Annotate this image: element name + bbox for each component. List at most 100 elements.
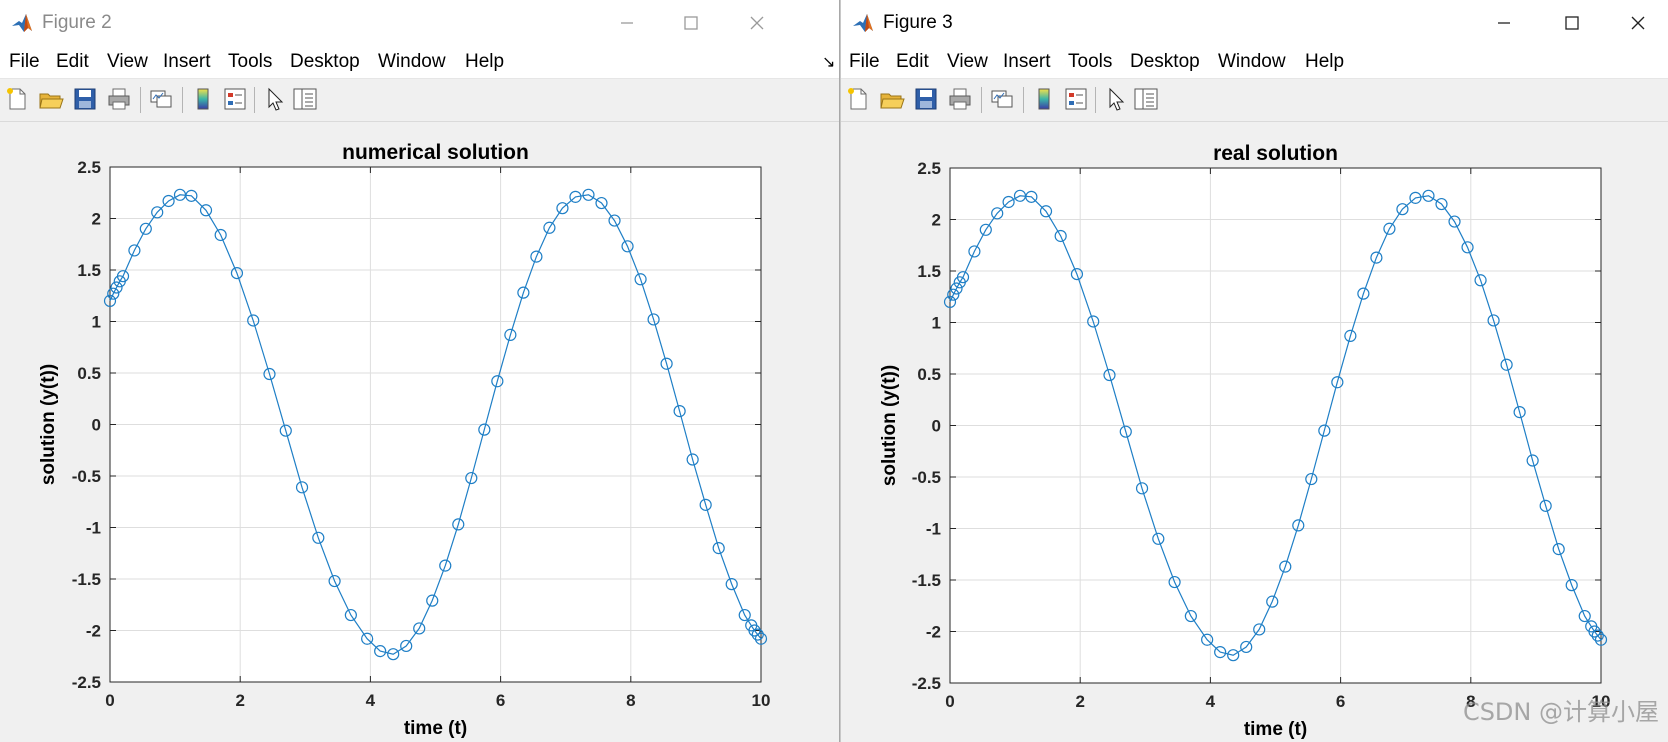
x-axis-label: time (t) bbox=[1244, 719, 1307, 740]
menu-window[interactable]: Window bbox=[378, 51, 446, 73]
menu-file[interactable]: File bbox=[849, 51, 880, 73]
menu-file[interactable]: File bbox=[9, 51, 40, 73]
menu-window[interactable]: Window bbox=[1218, 51, 1286, 73]
x-tick-label: 0 bbox=[105, 691, 114, 710]
figure-toolbar bbox=[841, 78, 1668, 122]
close-button[interactable] bbox=[734, 8, 780, 38]
new-figure-icon[interactable] bbox=[845, 86, 871, 112]
save-icon[interactable] bbox=[913, 86, 939, 112]
chart-title: numerical solution bbox=[342, 141, 529, 164]
menu-edit[interactable]: Edit bbox=[896, 51, 929, 73]
link-plot-icon[interactable] bbox=[989, 86, 1015, 112]
menu-help[interactable]: Help bbox=[465, 51, 504, 73]
open-file-icon[interactable] bbox=[38, 86, 64, 112]
insert-colorbar-icon[interactable] bbox=[1031, 86, 1057, 112]
matlab-logo-icon bbox=[851, 11, 875, 35]
x-tick-label: 4 bbox=[366, 691, 376, 710]
y-tick-label: 1 bbox=[932, 314, 941, 333]
toolbar-separator bbox=[182, 87, 183, 113]
open-file-icon[interactable] bbox=[879, 86, 905, 112]
y-tick-label: 0 bbox=[92, 416, 101, 435]
edit-plot-arrow-icon[interactable] bbox=[1103, 86, 1129, 112]
menu-insert[interactable]: Insert bbox=[163, 51, 211, 73]
window-title: Figure 2 bbox=[42, 12, 112, 33]
title-bar[interactable]: Figure 3 bbox=[841, 0, 1668, 46]
x-tick-label: 10 bbox=[752, 691, 771, 710]
menu-help[interactable]: Help bbox=[1305, 51, 1344, 73]
watermark-text: CSDN @计算小屋 bbox=[1463, 698, 1659, 726]
figure-toolbar bbox=[0, 78, 839, 122]
x-tick-label: 2 bbox=[235, 691, 244, 710]
property-inspector-icon[interactable] bbox=[1133, 86, 1159, 112]
matlab-logo-icon bbox=[10, 11, 34, 35]
y-tick-label: -0.5 bbox=[72, 467, 101, 486]
y-tick-label: 2.5 bbox=[917, 159, 941, 178]
x-tick-label: 0 bbox=[945, 692, 954, 711]
print-icon[interactable] bbox=[106, 86, 132, 112]
y-tick-label: 0 bbox=[932, 417, 941, 436]
maximize-button[interactable] bbox=[1549, 8, 1595, 38]
figure-2-window: Figure 2 File Edit View Insert Tools Des… bbox=[0, 0, 840, 742]
menu-insert[interactable]: Insert bbox=[1003, 51, 1051, 73]
y-tick-label: -1 bbox=[926, 520, 941, 539]
y-tick-label: -2 bbox=[926, 623, 941, 642]
menu-overflow-icon[interactable]: ↘ bbox=[822, 52, 835, 72]
menu-view[interactable]: View bbox=[947, 51, 988, 73]
menu-tools[interactable]: Tools bbox=[1068, 51, 1112, 73]
x-tick-label: 6 bbox=[1336, 692, 1345, 711]
y-axis-label: solution (y(t)) bbox=[879, 365, 900, 486]
y-tick-label: -2.5 bbox=[912, 674, 941, 693]
x-tick-label: 2 bbox=[1075, 692, 1084, 711]
y-tick-label: 0.5 bbox=[917, 365, 941, 384]
y-tick-label: 1.5 bbox=[917, 262, 941, 281]
insert-legend-icon[interactable] bbox=[1063, 86, 1089, 112]
menu-desktop[interactable]: Desktop bbox=[1130, 51, 1200, 73]
y-tick-label: -2 bbox=[86, 622, 101, 641]
y-tick-label: 1.5 bbox=[77, 261, 101, 280]
toolbar-separator bbox=[1023, 87, 1024, 113]
new-figure-icon[interactable] bbox=[4, 86, 30, 112]
link-plot-icon[interactable] bbox=[148, 86, 174, 112]
plot-area: 0 2 4 6 8 10 2.5 2 1.5 1 0.5 0 -0.5 -1 -1.5 -2 -2.5 nume… bbox=[38, 141, 771, 739]
y-tick-label: -1.5 bbox=[72, 570, 101, 589]
chart-title: real solution bbox=[1213, 142, 1338, 165]
menu-desktop[interactable]: Desktop bbox=[290, 51, 360, 73]
minimize-button[interactable] bbox=[604, 8, 650, 38]
y-tick-label: -1.5 bbox=[912, 571, 941, 590]
x-axis-label: time (t) bbox=[404, 718, 467, 739]
figure-3-window: Figure 3 File Edit View Insert Tools Des… bbox=[840, 0, 1668, 742]
plot-area: 0 2 4 6 8 102.521.510.50-0.5-1-1.5-2-2.5 real… bbox=[879, 142, 1659, 740]
y-tick-label: -2.5 bbox=[72, 673, 101, 692]
save-icon[interactable] bbox=[72, 86, 98, 112]
menu-bar: File Edit View Insert Tools Desktop Wind… bbox=[0, 46, 839, 78]
menu-bar: File Edit View Insert Tools Desktop Wind… bbox=[841, 46, 1668, 78]
insert-colorbar-icon[interactable] bbox=[190, 86, 216, 112]
print-icon[interactable] bbox=[947, 86, 973, 112]
maximize-button[interactable] bbox=[668, 8, 714, 38]
title-bar[interactable]: Figure 2 bbox=[0, 0, 839, 46]
menu-view[interactable]: View bbox=[107, 51, 148, 73]
menu-tools[interactable]: Tools bbox=[228, 51, 272, 73]
x-tick-label: 8 bbox=[626, 691, 635, 710]
menu-edit[interactable]: Edit bbox=[56, 51, 89, 73]
toolbar-separator bbox=[981, 87, 982, 113]
minimize-button[interactable] bbox=[1481, 8, 1527, 38]
edit-plot-arrow-icon[interactable] bbox=[262, 86, 288, 112]
y-tick-label: 1 bbox=[92, 313, 101, 332]
y-tick-label: 0.5 bbox=[77, 364, 101, 383]
window-title: Figure 3 bbox=[883, 12, 953, 33]
toolbar-separator bbox=[254, 87, 255, 113]
toolbar-separator bbox=[1095, 87, 1096, 113]
y-axis-label: solution (y(t)) bbox=[38, 364, 59, 485]
y-tick-label: -0.5 bbox=[912, 468, 941, 487]
close-button[interactable] bbox=[1615, 8, 1661, 38]
property-inspector-icon[interactable] bbox=[292, 86, 318, 112]
y-tick-label: 2 bbox=[92, 210, 101, 229]
x-tick-label: 4 bbox=[1206, 692, 1216, 711]
toolbar-separator bbox=[140, 87, 141, 113]
y-tick-label: -1 bbox=[86, 519, 101, 538]
insert-legend-icon[interactable] bbox=[222, 86, 248, 112]
y-tick-label: 2 bbox=[932, 211, 941, 230]
x-tick-label: 6 bbox=[496, 691, 505, 710]
y-tick-label: 2.5 bbox=[77, 158, 101, 177]
